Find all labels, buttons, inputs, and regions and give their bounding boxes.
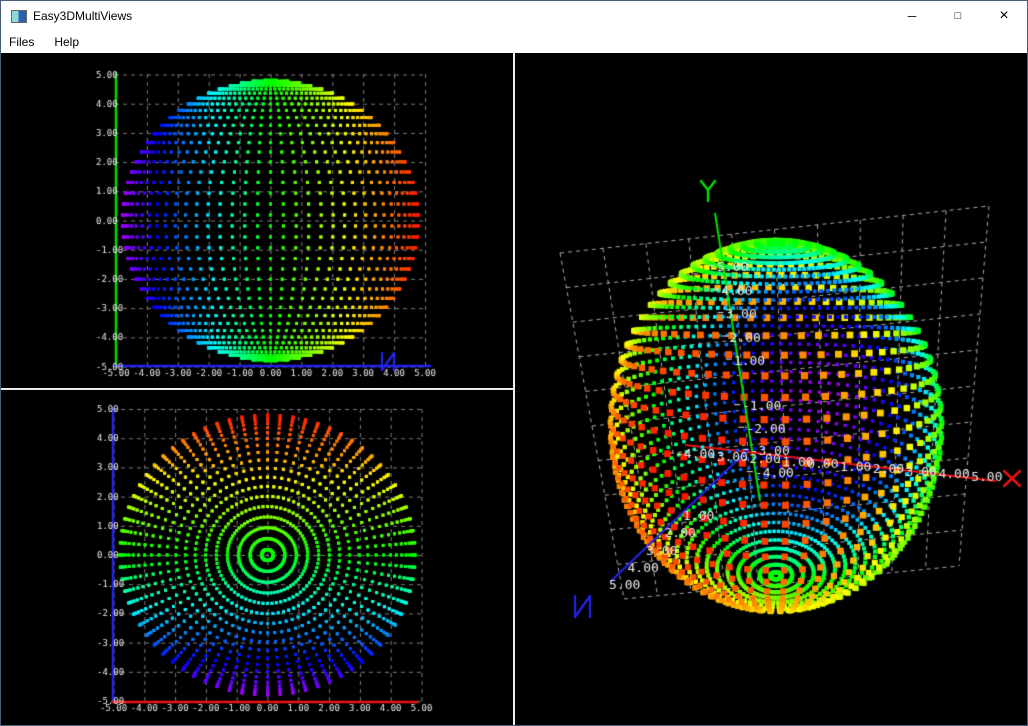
window-title: Easy3DMultiViews <box>33 9 132 23</box>
menu-bar: Files Help <box>1 31 1027 53</box>
app-icon <box>11 10 27 23</box>
menu-files[interactable]: Files <box>1 31 44 53</box>
menu-help[interactable]: Help <box>44 31 89 53</box>
panel-divider-vertical <box>513 53 515 725</box>
multiview-area <box>1 53 1027 725</box>
app-window: Easy3DMultiViews ─ □ × Files Help <box>0 0 1028 726</box>
close-icon: × <box>999 7 1008 25</box>
close-button[interactable]: × <box>981 1 1027 31</box>
window-controls: ─ □ × <box>889 1 1027 31</box>
maximize-button[interactable]: □ <box>935 1 981 31</box>
maximize-icon: □ <box>955 10 962 22</box>
front-view-canvas[interactable] <box>1 53 513 388</box>
panel-divider-horizontal <box>1 388 513 390</box>
minimize-button[interactable]: ─ <box>889 1 935 31</box>
top-view-canvas[interactable] <box>1 390 513 725</box>
title-bar: Easy3DMultiViews ─ □ × <box>1 1 1027 31</box>
minimize-icon: ─ <box>908 9 917 23</box>
perspective-view-canvas[interactable] <box>515 53 1027 725</box>
